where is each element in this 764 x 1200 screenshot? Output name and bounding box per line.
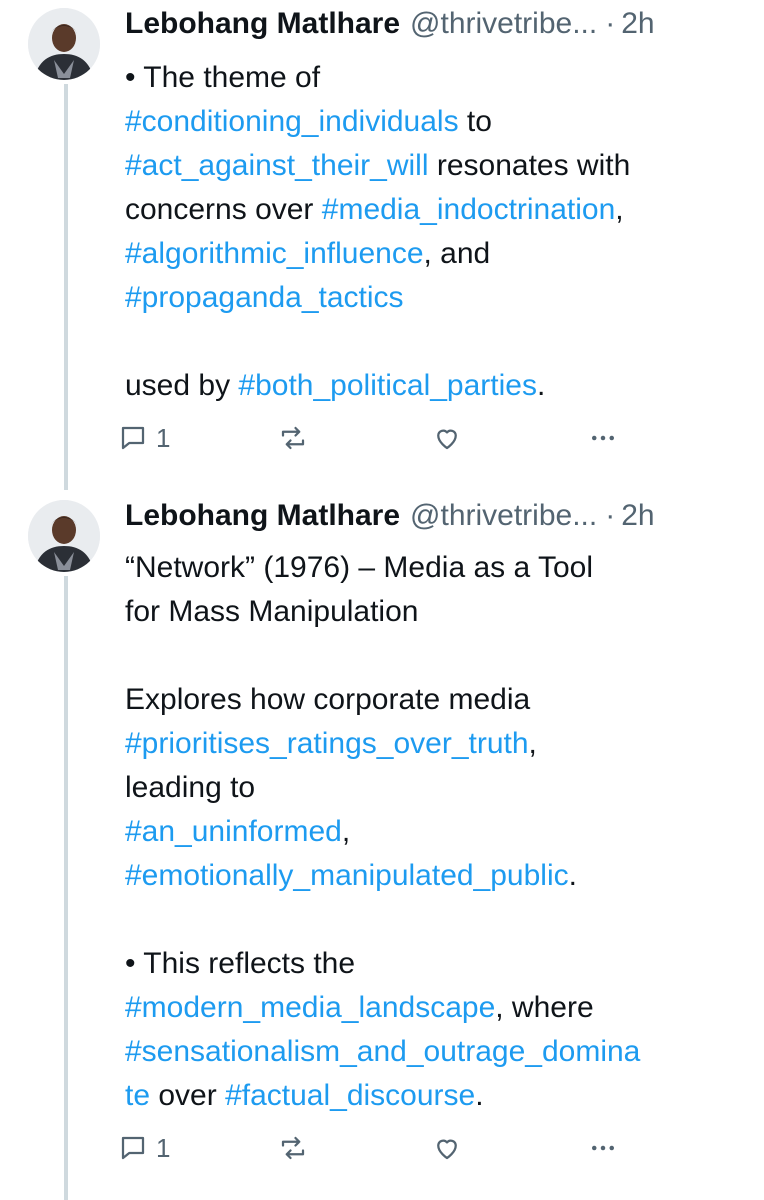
- text-line: #conditioning_individuals to: [125, 100, 744, 144]
- reply-icon: [121, 426, 145, 450]
- more-button[interactable]: [588, 1128, 618, 1168]
- tweet-header: Lebohang Matlhare @thrivetribe... · 2h: [125, 494, 744, 538]
- tweet-actions: 1: [118, 1128, 638, 1168]
- author-name[interactable]: Lebohang Matlhare: [125, 499, 400, 533]
- avatar-image: [28, 8, 100, 80]
- tweet-text: “Network” (1976) – Media as a Tool for Ma…: [125, 546, 744, 1118]
- tweet[interactable]: Lebohang Matlhare @thrivetribe... · 2h “…: [0, 494, 764, 1200]
- text-segment: • This reflects the: [125, 947, 356, 980]
- timestamp[interactable]: 2h: [621, 499, 654, 533]
- text-segment: to: [458, 105, 492, 138]
- text-segment: concerns over: [125, 193, 322, 226]
- hashtag-link[interactable]: #an_uninformed: [125, 815, 342, 848]
- text-segment: leading to: [125, 771, 256, 804]
- text-line: concerns over #media_indoctrination,: [125, 188, 744, 232]
- author-handle[interactable]: @thrivetribe...: [410, 7, 597, 41]
- text-line: • The theme of: [125, 56, 744, 100]
- text-line: #act_against_their_will resonates with: [125, 144, 744, 188]
- text-segment: .: [536, 369, 546, 402]
- timestamp[interactable]: 2h: [621, 7, 654, 41]
- text-line: #an_uninformed,: [125, 810, 744, 854]
- text-line: #sensationalism_and_outrage_domina: [125, 1030, 744, 1074]
- tweet-text: • The theme of #conditioning_individuals …: [125, 56, 744, 408]
- reply-button[interactable]: 1: [118, 1128, 170, 1168]
- text-segment: ,: [528, 727, 537, 760]
- hashtag-link[interactable]: #media_indoctrination: [322, 193, 616, 226]
- text-segment: , where: [495, 991, 594, 1024]
- author-handle[interactable]: @thrivetribe...: [410, 499, 597, 533]
- hashtag-link[interactable]: #prioritises_ratings_over_truth: [125, 727, 529, 760]
- text-line: used by #both_political_parties.: [125, 364, 744, 408]
- reply-button[interactable]: 1: [118, 418, 170, 458]
- like-button[interactable]: [432, 1128, 462, 1168]
- retweet-button[interactable]: [278, 1128, 308, 1168]
- text-line: #propaganda_tactics: [125, 276, 744, 320]
- hashtag-link[interactable]: #emotionally_manipulated_public: [125, 859, 569, 892]
- reply-icon: [121, 1136, 145, 1160]
- text-line: [125, 634, 744, 678]
- text-line: [125, 320, 744, 364]
- separator-dot: ·: [605, 7, 616, 40]
- more-button[interactable]: [588, 418, 618, 458]
- text-line: “Network” (1976) – Media as a Tool: [125, 546, 744, 590]
- retweet-icon: [281, 426, 305, 450]
- hashtag-link[interactable]: #conditioning_individuals: [125, 105, 459, 138]
- more-icon: [592, 1145, 614, 1151]
- text-segment: for Mass Manipulation: [125, 595, 419, 628]
- tweet[interactable]: Lebohang Matlhare @thrivetribe... · 2h •…: [0, 2, 764, 482]
- retweet-button[interactable]: [278, 418, 308, 458]
- like-icon: [437, 1139, 457, 1160]
- text-line: for Mass Manipulation: [125, 590, 744, 634]
- text-line: [125, 898, 744, 942]
- hashtag-link[interactable]: te: [125, 1079, 150, 1112]
- hashtag-link[interactable]: #both_political_parties: [238, 369, 537, 402]
- tweet-actions: 1: [118, 418, 638, 458]
- text-line: #modern_media_landscape, where: [125, 986, 744, 1030]
- text-segment: .: [475, 1079, 484, 1112]
- text-line: #prioritises_ratings_over_truth,: [125, 722, 744, 766]
- text-segment: Explores how corporate media: [125, 683, 531, 716]
- reply-count: 1: [156, 1132, 171, 1163]
- more-icon: [592, 435, 614, 441]
- tweet-header: Lebohang Matlhare @thrivetribe... · 2h: [125, 2, 744, 46]
- text-segment: , and: [423, 237, 491, 270]
- hashtag-link[interactable]: #factual_discourse: [225, 1079, 475, 1112]
- reply-count: 1: [156, 422, 171, 453]
- text-segment: used by: [125, 369, 239, 402]
- author-name[interactable]: Lebohang Matlhare: [125, 7, 400, 41]
- hashtag-link[interactable]: #act_against_their_will: [125, 149, 429, 182]
- text-line: leading to: [125, 766, 744, 810]
- retweet-icon: [281, 1136, 305, 1160]
- text-segment: .: [568, 859, 577, 892]
- text-segment: over: [150, 1079, 226, 1112]
- text-segment: • The theme of: [125, 61, 321, 94]
- avatar-image: [28, 500, 100, 572]
- text-line: te over #factual_discourse.: [125, 1074, 744, 1118]
- text-segment: ,: [615, 193, 624, 226]
- hashtag-link[interactable]: #modern_media_landscape: [125, 991, 495, 1024]
- separator-dot: ·: [605, 499, 616, 532]
- text-line: #algorithmic_influence, and: [125, 232, 744, 276]
- hashtag-link[interactable]: #sensationalism_and_outrage_domina: [125, 1035, 640, 1068]
- text-segment: resonates with: [428, 149, 631, 182]
- hashtag-link[interactable]: #propaganda_tactics: [125, 281, 404, 314]
- text-segment: ,: [341, 815, 351, 848]
- text-line: Explores how corporate media: [125, 678, 744, 722]
- like-button[interactable]: [432, 418, 462, 458]
- text-segment: “Network” (1976) – Media as a Tool: [125, 551, 593, 584]
- like-icon: [437, 429, 457, 450]
- hashtag-link[interactable]: #algorithmic_influence: [125, 237, 424, 270]
- text-line: #emotionally_manipulated_public.: [125, 854, 744, 898]
- avatar[interactable]: [28, 8, 100, 80]
- avatar[interactable]: [28, 500, 100, 572]
- text-line: • This reflects the: [125, 942, 744, 986]
